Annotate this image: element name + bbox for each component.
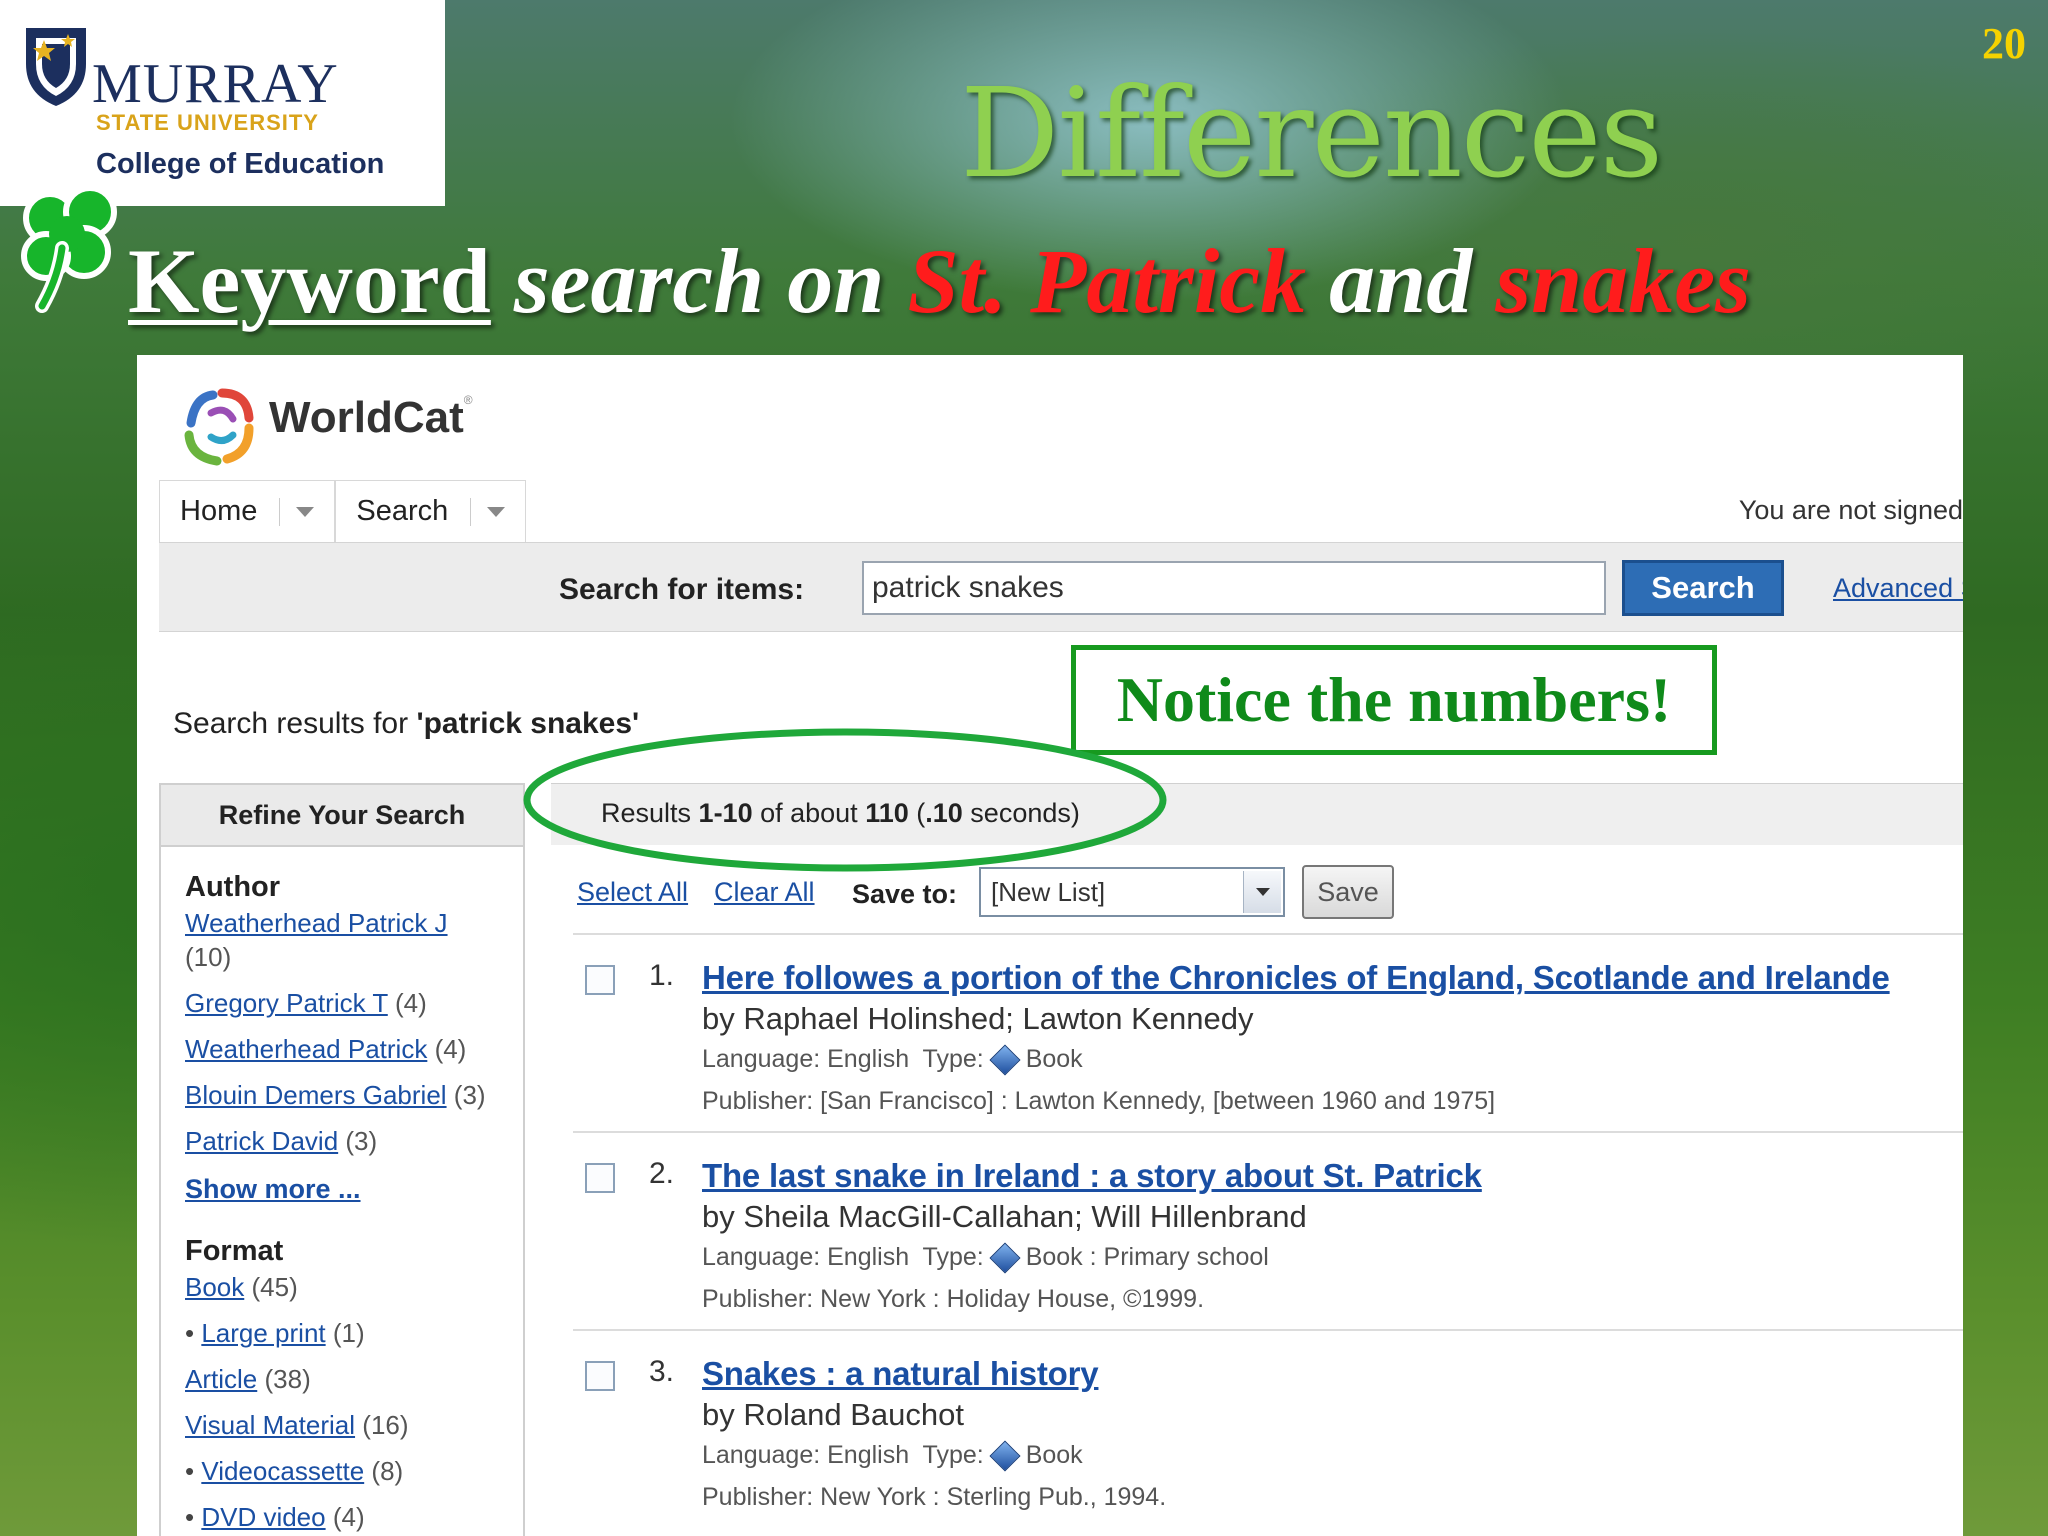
facet-item: Blouin Demers Gabriel (3)	[185, 1080, 486, 1110]
result-checkbox[interactable]	[585, 1163, 615, 1193]
facet-link[interactable]: Weatherhead Patrick	[185, 1034, 427, 1064]
facet-format: Format Book (45) Large print (1) Article…	[161, 1205, 523, 1534]
results-count: Results 1-10 of about 110 (.10 seconds)	[601, 798, 1080, 828]
result-title-link[interactable]: Snakes : a natural history	[702, 1355, 1099, 1393]
facet-link[interactable]: Gregory Patrick T	[185, 988, 388, 1018]
subtitle-snakes: snakes	[1495, 230, 1751, 332]
search-label: Search for items:	[559, 573, 805, 606]
facet-item: Gregory Patrick T (4)	[185, 988, 427, 1018]
result-publisher: Publisher: New York : Sterling Pub., 199…	[702, 1483, 1167, 1511]
logo-college-text: College of Education	[96, 148, 385, 180]
refine-panel: Refine Your Search Author Weatherhead Pa…	[159, 783, 525, 1536]
results-list: 1. Here followes a portion of the Chroni…	[573, 933, 1963, 1527]
worldcat-logo-icon	[184, 388, 254, 466]
results-heading: Search results for 'patrick snakes'	[173, 707, 640, 740]
tab-home[interactable]: Home	[159, 480, 336, 542]
facet-item: Weatherhead Patrick (4)	[185, 1034, 467, 1064]
facet-item: Videocassette (8)	[185, 1454, 499, 1488]
facet-author: Author Weatherhead Patrick J (10) Gregory…	[161, 847, 523, 1205]
advanced-search-link[interactable]: Advanced Se	[1833, 573, 1963, 604]
facet-link[interactable]: Large print	[201, 1318, 325, 1348]
result-title-link[interactable]: Here followes a portion of the Chronicle…	[702, 959, 1890, 997]
list-select-value: [New List]	[991, 877, 1106, 907]
facet-item: Weatherhead Patrick J (10)	[185, 908, 448, 972]
chevron-down-icon[interactable]	[296, 506, 315, 517]
results-count-bar: Results 1-10 of about 110 (.10 seconds)	[551, 783, 1963, 845]
shield-icon	[26, 28, 86, 106]
result-title-link[interactable]: The last snake in Ireland : a story abou…	[702, 1157, 1482, 1195]
slide-title: Differences	[960, 62, 1663, 206]
book-icon	[989, 1439, 1021, 1472]
slide-number: 20	[1982, 19, 2026, 68]
result-authors: by Roland Bauchot	[702, 1397, 964, 1432]
facet-link[interactable]: DVD video	[201, 1502, 325, 1532]
save-to-label: Save to:	[852, 879, 958, 909]
chevron-down-icon[interactable]	[487, 506, 506, 517]
facet-item: Article (38)	[185, 1364, 311, 1394]
subtitle-text-2: and	[1306, 230, 1496, 332]
result-number: 2.	[649, 1157, 675, 1190]
result-meta: Language: English Type: Book : Primary sc…	[702, 1241, 1269, 1274]
facet-author-heading: Author	[185, 871, 281, 903]
refine-heading: Refine Your Search	[161, 785, 523, 847]
book-icon	[989, 1043, 1021, 1076]
result-authors: by Sheila MacGill-Callahan; Will Hillenb…	[702, 1199, 1307, 1234]
worldcat-screenshot: WorldCat® Home Search You are not signed…	[137, 355, 1963, 1536]
show-more-link[interactable]: Show more ...	[185, 1174, 361, 1205]
result-publisher: Publisher: New York : Holiday House, ©19…	[702, 1285, 1205, 1313]
facet-item: Large print (1)	[185, 1316, 499, 1350]
result-number: 3.	[649, 1355, 675, 1388]
save-button[interactable]: Save	[1302, 865, 1394, 919]
result-meta: Language: English Type: Book	[702, 1043, 1083, 1076]
search-bar: Search for items: patrick snakes Search …	[159, 542, 1963, 632]
facet-item: Visual Material (16)	[185, 1410, 409, 1440]
result-row: 1. Here followes a portion of the Chroni…	[573, 933, 1963, 1131]
result-actions: Select All Clear All Save to: [New List]…	[577, 865, 1963, 923]
shamrock-icon	[21, 185, 117, 313]
result-authors: by Raphael Holinshed; Lawton Kennedy	[702, 1001, 1254, 1036]
result-checkbox[interactable]	[585, 1361, 615, 1391]
facet-item: Book (45)	[185, 1272, 298, 1302]
facet-format-heading: Format	[185, 1235, 284, 1267]
facet-link[interactable]: Patrick David	[185, 1126, 338, 1156]
select-all-link[interactable]: Select All	[577, 877, 688, 908]
result-number: 1.	[649, 959, 675, 992]
chevron-down-icon[interactable]	[1243, 871, 1281, 913]
clear-all-link[interactable]: Clear All	[714, 877, 815, 908]
facet-item: Patrick David (3)	[185, 1126, 378, 1156]
results-query: 'patrick snakes'	[416, 707, 640, 740]
facet-link[interactable]: Videocassette	[201, 1456, 364, 1486]
tab-search[interactable]: Search	[335, 480, 527, 542]
logo-state-text: STATE UNIVERSITY	[96, 110, 319, 135]
search-button[interactable]: Search	[1622, 560, 1784, 616]
facet-link[interactable]: Article	[185, 1364, 257, 1394]
signin-status: You are not signed	[1738, 495, 1963, 525]
facet-link[interactable]: Blouin Demers Gabriel	[185, 1080, 447, 1110]
subtitle-st-patrick: St. Patrick	[907, 230, 1307, 332]
murray-state-logo: MURRAY STATE UNIVERSITY College of Educa…	[0, 0, 445, 206]
facet-link[interactable]: Visual Material	[185, 1410, 355, 1440]
tab-home-label: Home	[180, 495, 258, 527]
subtitle-text-1: search on	[490, 230, 908, 332]
result-publisher: Publisher: [San Francisco] : Lawton Kenn…	[702, 1087, 1496, 1115]
tab-search-label: Search	[356, 495, 449, 527]
list-select[interactable]: [New List]	[979, 867, 1285, 917]
facet-item: DVD video (4)	[185, 1500, 499, 1534]
result-meta: Language: English Type: Book	[702, 1439, 1083, 1472]
slide-subtitle: Keyword search on St. Patrick and snakes	[128, 228, 1751, 334]
facet-link[interactable]: Weatherhead Patrick J	[185, 908, 448, 938]
logo-murray-text: MURRAY	[92, 53, 339, 115]
result-checkbox[interactable]	[585, 965, 615, 995]
worldcat-brand: WorldCat®	[269, 393, 473, 442]
notice-callout: Notice the numbers!	[1071, 645, 1717, 755]
book-icon	[989, 1241, 1021, 1274]
subtitle-keyword: Keyword	[128, 230, 491, 332]
search-input[interactable]: patrick snakes	[862, 561, 1606, 615]
result-row: 3. Snakes : a natural history by Roland …	[573, 1329, 1963, 1527]
top-nav: Home Search	[159, 480, 527, 542]
facet-link[interactable]: Book	[185, 1272, 244, 1302]
result-row: 2. The last snake in Ireland : a story a…	[573, 1131, 1963, 1329]
